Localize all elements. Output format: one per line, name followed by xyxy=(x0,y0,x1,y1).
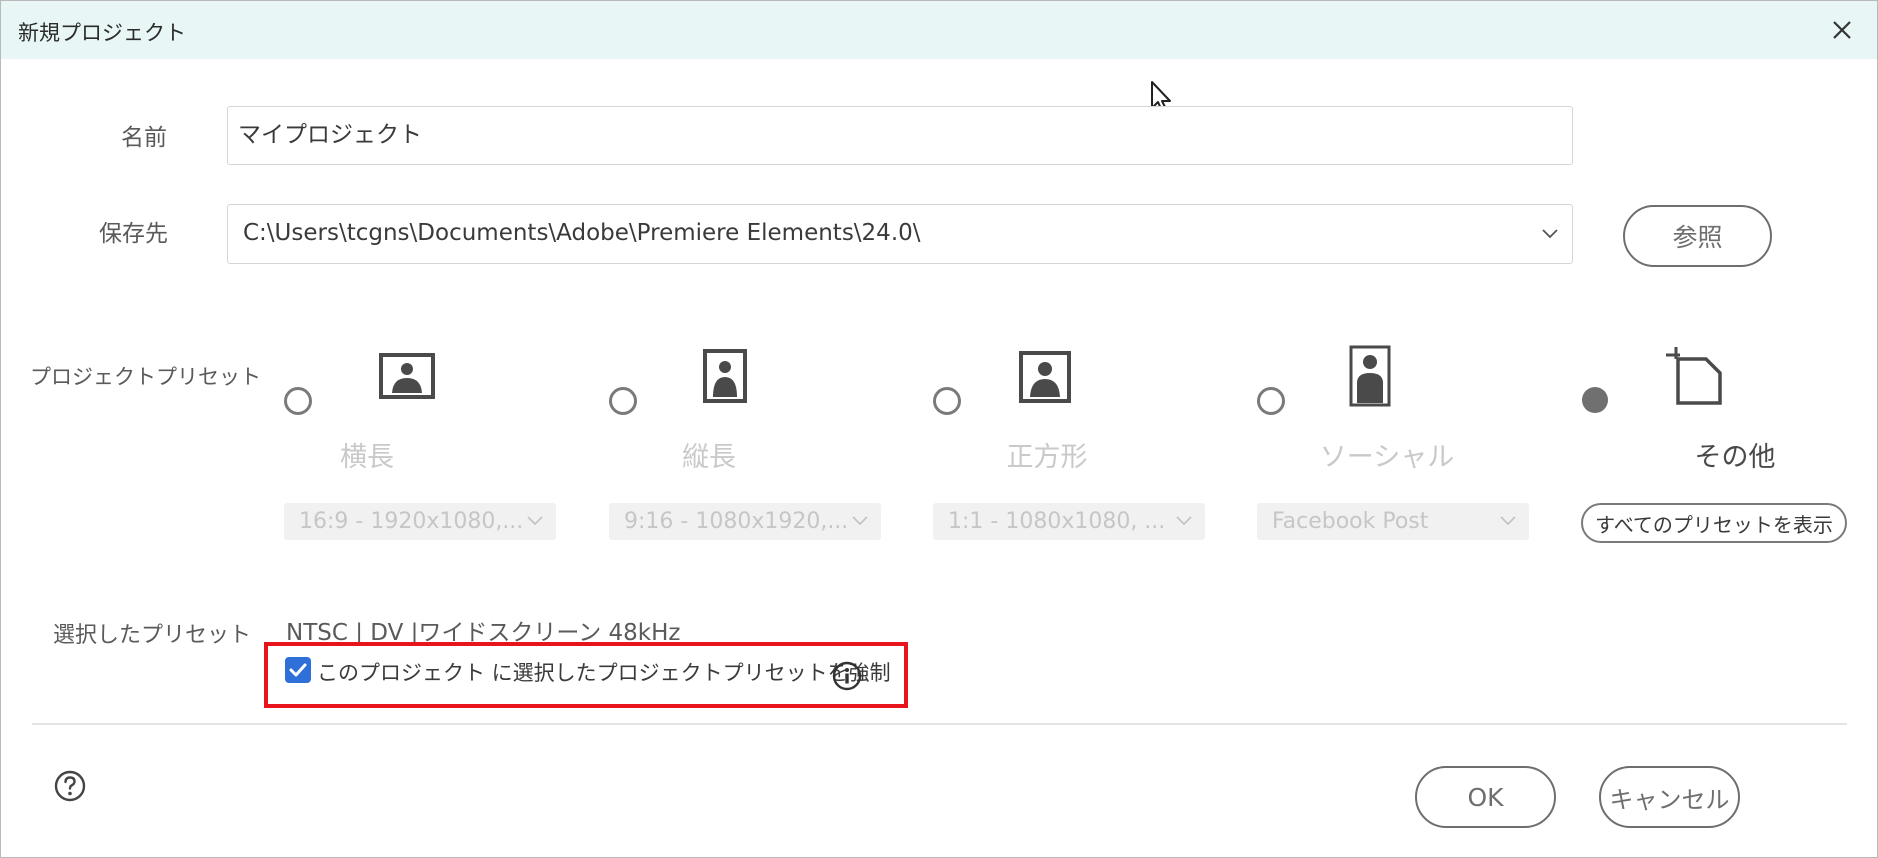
footer-divider xyxy=(32,723,1847,725)
checkmark-icon xyxy=(289,663,307,677)
preset-radio-square[interactable] xyxy=(933,387,961,415)
save-location-select[interactable]: C:\Users\tcgns\Documents\Adobe\Premiere … xyxy=(227,204,1573,264)
force-preset-checkbox[interactable] xyxy=(285,657,311,683)
preset-dropdown-value: Facebook Post xyxy=(1272,509,1429,534)
cancel-button[interactable]: キャンセル xyxy=(1599,766,1740,828)
preset-radio-portrait[interactable] xyxy=(609,387,637,415)
browse-button[interactable]: 参照 xyxy=(1623,205,1772,267)
dialog-title: 新規プロジェクト xyxy=(18,21,186,45)
info-icon[interactable] xyxy=(831,660,863,692)
chevron-down-icon xyxy=(527,516,543,526)
selected-preset-label: 選択したプリセット xyxy=(53,623,252,648)
preset-label-social: ソーシャル xyxy=(1319,442,1455,473)
help-icon[interactable] xyxy=(53,769,87,803)
preset-label-landscape: 横長 xyxy=(340,442,394,473)
preset-dropdown-landscape[interactable]: 16:9 - 1920x1080,... xyxy=(284,503,556,540)
close-icon[interactable] xyxy=(1825,13,1859,47)
preset-dropdown-value: 9:16 - 1080x1920,... xyxy=(624,509,849,534)
preset-radio-other[interactable] xyxy=(1582,387,1608,413)
project-preset-label: プロジェクトプリセット xyxy=(30,365,261,389)
new-project-dialog: 新規プロジェクト 名前 マイプロジェクト 保存先 C:\Users\tcgns\… xyxy=(0,0,1878,858)
chevron-down-icon xyxy=(852,516,868,526)
save-location-value: C:\Users\tcgns\Documents\Adobe\Premiere … xyxy=(243,220,921,246)
preset-dropdown-value: 1:1 - 1080x1080, ... xyxy=(948,509,1166,534)
portrait-photo-icon xyxy=(703,349,747,403)
preset-dropdown-social[interactable]: Facebook Post xyxy=(1257,503,1529,540)
preset-radio-social[interactable] xyxy=(1257,387,1285,415)
preset-radio-landscape[interactable] xyxy=(284,387,312,415)
preset-label-square: 正方形 xyxy=(1006,442,1088,473)
chevron-down-icon xyxy=(1176,516,1192,526)
title-bar: 新規プロジェクト xyxy=(1,1,1877,59)
landscape-photo-icon xyxy=(379,353,435,399)
chevron-down-icon xyxy=(1542,229,1558,239)
ok-button[interactable]: OK xyxy=(1415,766,1556,828)
project-name-input[interactable]: マイプロジェクト xyxy=(227,106,1573,165)
name-label: 名前 xyxy=(121,125,167,151)
preset-label-other: その他 xyxy=(1694,442,1776,473)
crop-icon xyxy=(1666,347,1722,405)
square-photo-icon xyxy=(1019,351,1071,403)
force-preset-label: このプロジェクト に選択したプロジェクトプリセットを強制 xyxy=(317,661,891,685)
social-phone-icon xyxy=(1349,345,1391,407)
location-label: 保存先 xyxy=(99,221,168,247)
preset-dropdown-portrait[interactable]: 9:16 - 1080x1920,... xyxy=(609,503,881,540)
chevron-down-icon xyxy=(1500,516,1516,526)
preset-dropdown-value: 16:9 - 1920x1080,... xyxy=(299,509,524,534)
preset-dropdown-square[interactable]: 1:1 - 1080x1080, ... xyxy=(933,503,1205,540)
preset-label-portrait: 縦長 xyxy=(682,442,736,473)
show-all-presets-button[interactable]: すべてのプリセットを表示 xyxy=(1581,503,1847,543)
